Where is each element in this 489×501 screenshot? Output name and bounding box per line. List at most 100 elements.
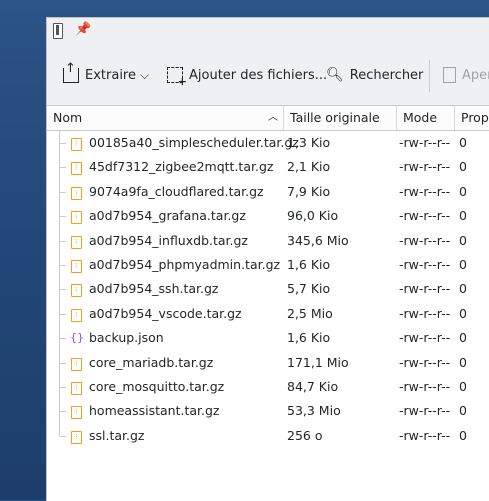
- archive-icon: ⁝: [71, 186, 82, 200]
- file-mode: -rw-r--r--: [399, 354, 451, 370]
- extract-button[interactable]: Extraire: [63, 61, 136, 88]
- file-name: 9074a9fa_cloudflared.tar.gz: [89, 183, 264, 199]
- file-size: 84,7 Kio: [287, 378, 339, 394]
- preview-label: Aper: [462, 67, 489, 83]
- table-row[interactable]: ⁝ core_mosquitto.tar.gz 84,7 Kio -rw-r--r--…: [47, 374, 489, 400]
- tree-line: [59, 374, 68, 400]
- tree-line: [59, 277, 68, 302]
- file-mode: -rw-r--r--: [399, 403, 451, 419]
- file-mode: -rw-r--r--: [399, 378, 451, 394]
- file-owner: 0: [459, 183, 467, 199]
- extract-menu-button[interactable]: ⌵: [140, 62, 149, 88]
- file-mode: -rw-r--r--: [399, 256, 451, 272]
- table-row[interactable]: ⁝ homeassistant.tar.gz 53,3 Mio -rw-r--r-- 0: [47, 399, 489, 424]
- archive-icon: ⁝: [71, 235, 82, 249]
- file-name: core_mariadb.tar.gz: [89, 354, 214, 370]
- title-bar: 📌: [47, 18, 489, 44]
- file-size: 2,1 Kio: [287, 159, 331, 175]
- file-owner: 0: [459, 208, 467, 224]
- search-button[interactable]: 🔍︎ Rechercher: [326, 62, 423, 88]
- table-row[interactable]: ⁝ a0d7b954_influxdb.tar.gz 345,6 Mio -rw-r-…: [47, 228, 489, 253]
- search-label: Rechercher: [349, 67, 424, 83]
- tree-line: [59, 204, 68, 229]
- archive-icon: ⁝: [71, 406, 82, 420]
- table-row[interactable]: ⁝ 00185a40_simplescheduler.tar.gz 1,3 Kio -…: [47, 131, 489, 156]
- file-owner: 0: [459, 232, 467, 248]
- preview-icon: [443, 67, 456, 83]
- tree-line: [59, 228, 68, 253]
- file-mode: -rw-r--r--: [399, 281, 451, 297]
- extract-icon: [63, 61, 79, 83]
- file-owner: 0: [459, 135, 467, 150]
- file-name: backup.json: [89, 330, 164, 346]
- app-icon: [53, 23, 63, 39]
- table-row[interactable]: {} backup.json 1,6 Kio -rw-r--r-- 0: [47, 326, 489, 351]
- search-icon: 🔍︎: [326, 67, 344, 83]
- file-owner: 0: [459, 159, 467, 175]
- file-mode: -rw-r--r--: [399, 427, 451, 443]
- table-row[interactable]: ⁝ 45df7312_zigbee2mqtt.tar.gz 2,1 Kio -rw-r…: [47, 155, 489, 180]
- tree-line: [59, 131, 68, 156]
- file-owner: 0: [459, 427, 467, 443]
- file-mode: -rw-r--r--: [399, 183, 451, 199]
- column-name-header[interactable]: Nom ︿: [47, 106, 284, 130]
- file-owner: 0: [459, 403, 467, 419]
- file-size: 5,7 Kio: [287, 281, 331, 297]
- table-row[interactable]: ⁝ a0d7b954_ssh.tar.gz 5,7 Kio -rw-r--r-- 0: [47, 277, 489, 302]
- column-mode-header[interactable]: Mode: [397, 106, 455, 130]
- file-name: ssl.tar.gz: [89, 427, 145, 443]
- tree-line: [59, 399, 68, 424]
- file-owner: 0: [459, 330, 467, 346]
- json-icon: {}: [70, 331, 84, 345]
- file-owner: 0: [459, 354, 467, 370]
- file-size: 96,0 Kio: [287, 208, 339, 224]
- file-owner: 0: [459, 281, 467, 297]
- table-row[interactable]: ⁝ a0d7b954_phpmyadmin.tar.gz 1,6 Kio -rw-r-…: [47, 252, 489, 278]
- tree-line: [59, 179, 68, 205]
- file-name: a0d7b954_phpmyadmin.tar.gz: [89, 256, 281, 272]
- tree-line: [59, 423, 68, 437]
- file-name: 00185a40_simplescheduler.tar.gz: [89, 135, 299, 150]
- file-name: core_mosquitto.tar.gz: [89, 378, 225, 394]
- tree-line: [59, 155, 68, 180]
- table-row[interactable]: ⁝ ssl.tar.gz 256 o -rw-r--r-- 0: [47, 423, 489, 448]
- sort-ascending-icon: ︿: [268, 112, 278, 123]
- file-mode: -rw-r--r--: [399, 208, 451, 224]
- archive-icon: ⁝: [71, 308, 82, 322]
- file-mode: -rw-r--r--: [399, 305, 451, 321]
- add-file-icon: [167, 67, 187, 88]
- toolbar: Extraire ⌵ Ajouter des fichiers... 🔍︎ Re…: [47, 44, 489, 106]
- file-mode: -rw-r--r--: [399, 330, 451, 346]
- preview-button[interactable]: Aper: [443, 62, 489, 88]
- add-files-button[interactable]: Ajouter des fichiers...: [167, 62, 327, 88]
- file-name: a0d7b954_vscode.tar.gz: [89, 305, 242, 321]
- table-row[interactable]: ⁝ 9074a9fa_cloudflared.tar.gz 7,9 Kio -rw-r…: [47, 179, 489, 205]
- file-name: a0d7b954_grafana.tar.gz: [89, 208, 246, 224]
- archive-icon: ⁝: [71, 138, 82, 151]
- column-header: Nom ︿ Taille originale Mode Prop: [47, 106, 489, 131]
- file-mode: -rw-r--r--: [399, 232, 451, 248]
- archive-icon: ⁝: [71, 357, 82, 371]
- file-name: 45df7312_zigbee2mqtt.tar.gz: [89, 159, 274, 175]
- file-mode: -rw-r--r--: [399, 135, 451, 150]
- pin-icon[interactable]: 📌: [75, 22, 91, 37]
- file-owner: 0: [459, 305, 467, 321]
- file-size: 256 o: [287, 427, 323, 443]
- file-size: 1,6 Kio: [287, 330, 331, 346]
- archive-icon: ⁝: [71, 211, 82, 225]
- archive-window: 📌 Extraire ⌵ Ajouter des fichiers... 🔍︎ …: [46, 17, 489, 501]
- column-owner-header[interactable]: Prop: [455, 106, 489, 130]
- table-row[interactable]: ⁝ a0d7b954_grafana.tar.gz 96,0 Kio -rw-r--r…: [47, 204, 489, 229]
- column-size-header[interactable]: Taille originale: [284, 106, 397, 130]
- file-list: ⁝ 00185a40_simplescheduler.tar.gz 1,3 Kio -…: [47, 131, 489, 448]
- file-name: homeassistant.tar.gz: [89, 403, 220, 419]
- column-name-label: Nom: [53, 110, 83, 125]
- table-row[interactable]: ⁝ a0d7b954_vscode.tar.gz 2,5 Mio -rw-r--r--…: [47, 301, 489, 327]
- file-size: 1,3 Kio: [287, 135, 331, 150]
- file-owner: 0: [459, 378, 467, 394]
- table-row[interactable]: ⁝ core_mariadb.tar.gz 171,1 Mio -rw-r--r-- 0: [47, 350, 489, 375]
- extract-label: Extraire: [85, 67, 136, 83]
- chevron-down-icon: ⌵: [140, 67, 150, 82]
- archive-icon: ⁝: [71, 259, 82, 273]
- archive-icon: ⁝: [71, 381, 82, 395]
